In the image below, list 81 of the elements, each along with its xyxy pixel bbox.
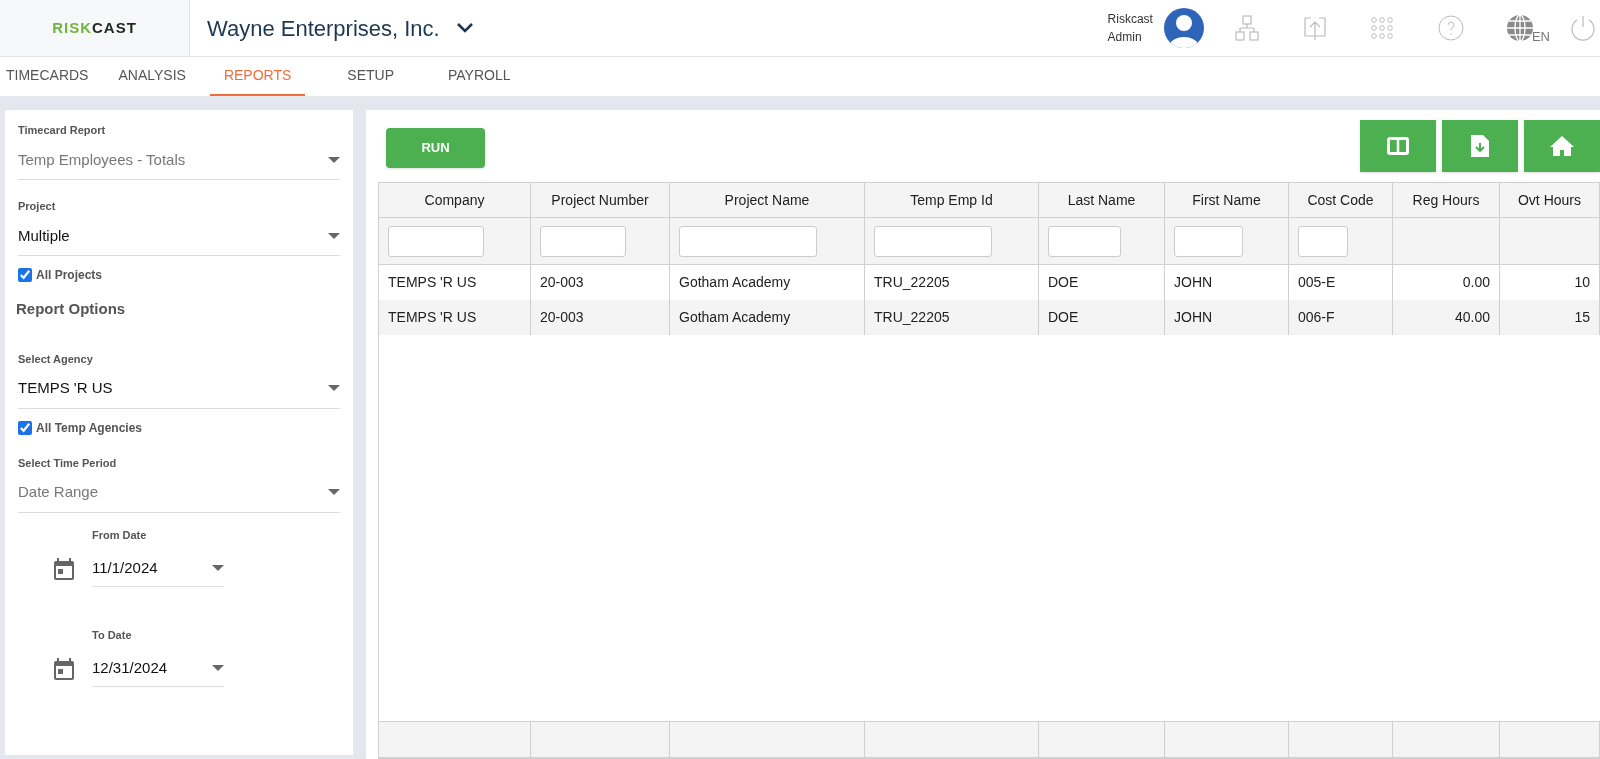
column-header[interactable]: Last Name xyxy=(1039,183,1165,217)
nav-tab[interactable]: ANALYSIS xyxy=(106,57,198,96)
table-cell-text: DOE xyxy=(1048,273,1079,292)
caret-icon xyxy=(328,489,340,496)
column-header[interactable]: First Name xyxy=(1165,183,1289,217)
column-header[interactable]: Cost Code xyxy=(1289,183,1393,217)
field-label: To Date xyxy=(92,627,133,643)
field-label: Select Time Period xyxy=(18,455,118,471)
file-download-icon xyxy=(1471,135,1489,157)
field-label: From Date xyxy=(92,527,148,543)
home-button[interactable] xyxy=(1524,120,1600,172)
date-field[interactable]: 12/31/2024 xyxy=(92,657,224,687)
section-title: Report Options xyxy=(16,299,127,319)
calendar-icon[interactable] xyxy=(53,656,75,681)
avatar-icon[interactable] xyxy=(1162,7,1205,49)
table-cell-text: 10 xyxy=(1574,273,1590,292)
nav-tab[interactable]: SETUP xyxy=(335,57,406,96)
company-selector[interactable]: Wayne Enterprises, Inc. xyxy=(207,0,474,56)
field-label: Timecard Report xyxy=(18,123,107,138)
caret-icon xyxy=(212,565,224,572)
chevron-down-icon xyxy=(455,22,474,34)
table-cell-text: Gotham Academy xyxy=(679,273,791,292)
caret-icon xyxy=(328,156,340,163)
filter-input[interactable] xyxy=(1048,225,1121,257)
language-code[interactable]: EN xyxy=(1531,26,1550,46)
hierarchy-icon[interactable] xyxy=(1234,15,1259,41)
filter-input[interactable] xyxy=(1174,225,1243,257)
filter-input[interactable] xyxy=(388,225,484,257)
column-header[interactable]: Project Name xyxy=(670,183,865,217)
table-cell-text: 20-003 xyxy=(540,308,584,327)
columns-icon xyxy=(1387,137,1409,155)
caret-icon xyxy=(212,665,224,672)
filter-input[interactable] xyxy=(679,225,817,257)
column-header[interactable]: Reg Hours xyxy=(1393,183,1500,217)
filter-input[interactable] xyxy=(540,225,626,257)
globe-icon[interactable] xyxy=(1505,14,1534,42)
table-cell-text: JOHN xyxy=(1174,273,1213,292)
table-cell-text: 20-003 xyxy=(540,273,584,292)
field-label: Project xyxy=(18,199,57,214)
select-field[interactable]: Multiple xyxy=(18,224,340,256)
table-cell-text: DOE xyxy=(1048,308,1079,327)
checkbox-label: All Projects xyxy=(36,267,103,284)
upload-icon[interactable] xyxy=(1303,15,1326,41)
filter-input[interactable] xyxy=(874,225,992,257)
calendar-icon[interactable] xyxy=(53,556,75,581)
column-header[interactable]: Project Number xyxy=(531,183,670,217)
date-field[interactable]: 11/1/2024 xyxy=(92,557,224,587)
filter-input[interactable] xyxy=(1298,225,1348,257)
logo: RISKCAST xyxy=(0,0,190,56)
table-cell-text: 006-F xyxy=(1298,308,1335,327)
table-cell-text: Gotham Academy xyxy=(679,308,791,327)
nav-tab[interactable]: TIMECARDS xyxy=(0,57,101,96)
user-name: Riskcast Admin xyxy=(1107,11,1153,46)
table-cell-text: 15 xyxy=(1574,308,1590,327)
export-button[interactable] xyxy=(1442,120,1518,172)
grid-dots-icon[interactable] xyxy=(1370,17,1393,39)
table-cell-text: TEMPS 'R US xyxy=(388,273,477,292)
home-icon xyxy=(1549,135,1575,157)
checkbox[interactable] xyxy=(18,268,32,282)
checkbox-label: All Temp Agencies xyxy=(36,419,143,437)
nav-tab[interactable]: PAYROLL xyxy=(436,57,523,96)
caret-icon xyxy=(328,232,340,239)
column-header[interactable]: Temp Emp Id xyxy=(865,183,1039,217)
table-cell-text: TRU_22205 xyxy=(874,273,950,292)
select-field[interactable]: Temp Employees - Totals xyxy=(18,148,340,180)
table-cell-text: 005-E xyxy=(1298,273,1336,292)
help-icon[interactable] xyxy=(1437,15,1464,41)
table-cell-text: TEMPS 'R US xyxy=(388,308,477,327)
field-label: Select Agency xyxy=(18,351,94,367)
select-field[interactable]: Date Range xyxy=(18,481,340,513)
table-cell-text: JOHN xyxy=(1174,308,1213,327)
power-icon[interactable] xyxy=(1570,14,1596,42)
select-field[interactable]: TEMPS 'R US xyxy=(18,377,340,409)
columns-button[interactable] xyxy=(1360,120,1436,172)
column-header[interactable]: Company xyxy=(379,183,531,217)
table-cell-text: 40.00 xyxy=(1454,308,1490,327)
table-cell-text: 0.00 xyxy=(1462,273,1490,292)
checkbox[interactable] xyxy=(18,420,32,435)
column-header[interactable]: Ovt Hours xyxy=(1500,183,1600,217)
caret-icon xyxy=(328,385,340,392)
table-cell-text: TRU_22205 xyxy=(874,308,950,327)
